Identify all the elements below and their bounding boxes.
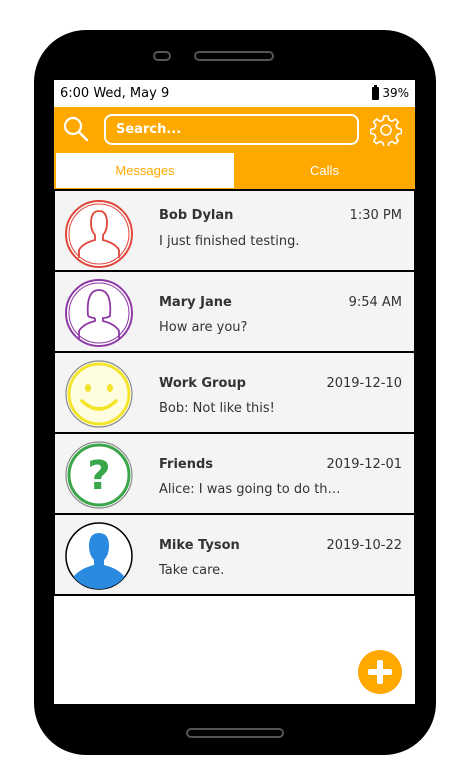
question-mark-icon: ?: [65, 441, 133, 509]
tab-messages[interactable]: Messages: [56, 153, 234, 188]
contact-name: Bob Dylan: [159, 208, 234, 223]
contact-name: Friends: [159, 457, 214, 472]
search-box[interactable]: [104, 114, 359, 145]
message-time: 9:54 AM: [348, 295, 402, 310]
status-time: 6:00 Wed, May 9: [60, 86, 170, 101]
new-message-button[interactable]: [358, 650, 402, 694]
conversation-row[interactable]: Bob Dylan 1:30 PM I just finished testin…: [54, 189, 415, 272]
contact-name: Mike Tyson: [159, 538, 240, 553]
camera-dot: [153, 51, 171, 61]
smiley-icon: [65, 360, 133, 428]
male-person-icon: [65, 200, 133, 268]
message-preview: How are you?: [159, 320, 248, 335]
contact-name: Mary Jane: [159, 295, 232, 310]
message-time: 2019-12-01: [326, 457, 402, 472]
conversation-row[interactable]: Work Group 2019-12-10 Bob: Not like this…: [54, 353, 415, 434]
female-person-icon: [65, 279, 133, 347]
screen: 6:00 Wed, May 9 39% Messages Calls: [54, 80, 415, 704]
message-preview: Alice: I was going to do tha...: [159, 482, 344, 497]
speaker-grille: [194, 51, 274, 61]
conversation-row[interactable]: Mary Jane 9:54 AM How are you?: [54, 272, 415, 353]
home-button[interactable]: [186, 728, 284, 738]
message-preview: Take care.: [159, 563, 225, 578]
search-input[interactable]: [106, 116, 357, 143]
battery-icon: [372, 84, 380, 100]
tab-calls[interactable]: Calls: [234, 153, 415, 188]
conversation-row[interactable]: ? Friends 2019-12-01 Alice: I was going …: [54, 434, 415, 515]
message-time: 1:30 PM: [349, 208, 402, 223]
battery-status: 39%: [372, 84, 409, 100]
svg-text:?: ?: [87, 453, 110, 499]
conversation-row[interactable]: Mike Tyson 2019-10-22 Take care.: [54, 515, 415, 596]
conversation-list: Bob Dylan 1:30 PM I just finished testin…: [54, 189, 415, 596]
message-preview: I just finished testing.: [159, 234, 300, 249]
person-silhouette-icon: [65, 522, 133, 590]
gear-icon[interactable]: [370, 114, 402, 146]
search-icon[interactable]: [63, 116, 89, 142]
message-time: 2019-10-22: [326, 538, 402, 553]
message-time: 2019-12-10: [326, 376, 402, 391]
message-preview: Bob: Not like this!: [159, 401, 275, 416]
status-bar: 6:00 Wed, May 9 39%: [54, 80, 415, 107]
app-bar: Messages Calls: [54, 107, 415, 189]
battery-level: 39%: [382, 86, 409, 100]
contact-name: Work Group: [159, 376, 246, 391]
